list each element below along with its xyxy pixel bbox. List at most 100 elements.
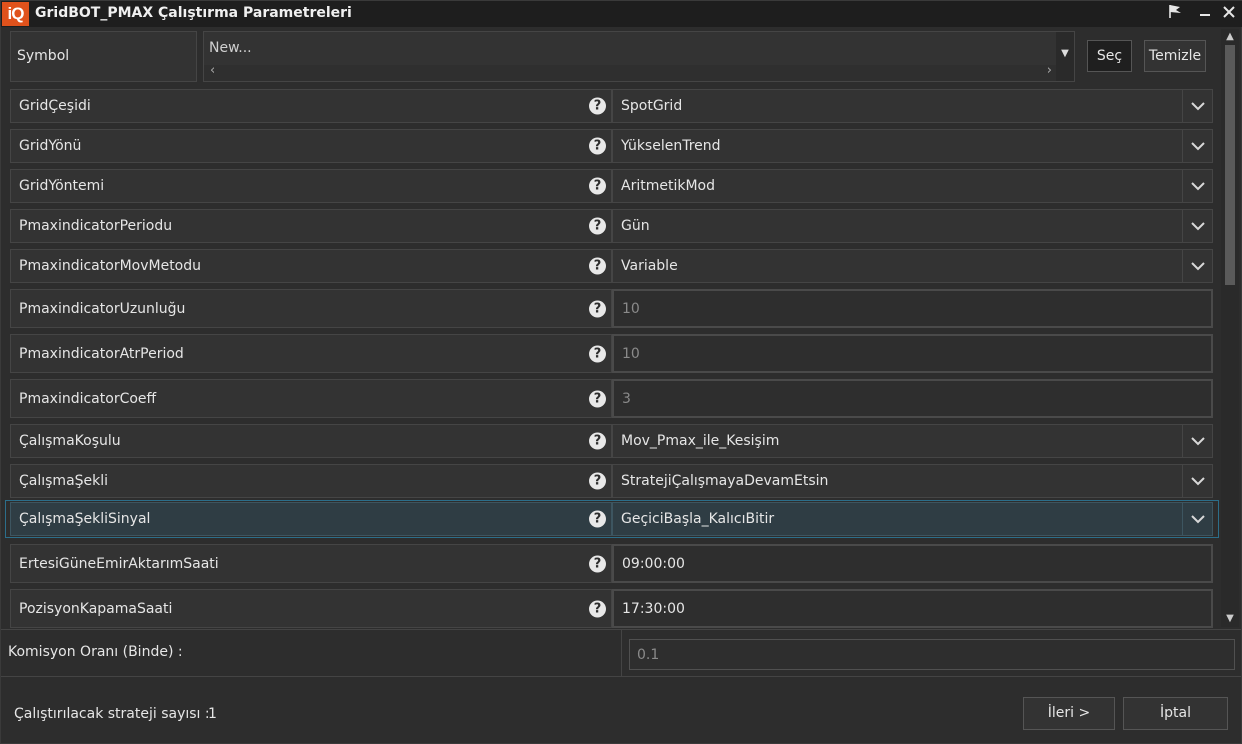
parameter-label: ÇalışmaKoşulu (19, 433, 121, 449)
chevron-down-icon[interactable] (1182, 425, 1212, 457)
parameter-label: GridÇeşidi (19, 98, 91, 114)
parameter-label: PmaxindicatorAtrPeriod (19, 345, 184, 362)
strategy-parameters-window: iQ GridBOT_PMAX Çalıştırma Parametreleri… (0, 0, 1242, 744)
symbol-horizontal-scrollbar[interactable]: ‹ › (204, 63, 1056, 81)
parameter-value: 09:00:00 (622, 555, 685, 572)
help-icon[interactable]: ? (589, 472, 606, 490)
help-icon[interactable]: ? (589, 510, 606, 528)
select-symbol-button[interactable]: Seç (1087, 40, 1132, 72)
parameter-label-cell: PmaxindicatorMovMetodu? (10, 249, 612, 283)
symbol-input[interactable]: New... (209, 40, 252, 56)
next-button[interactable]: İleri > (1023, 697, 1115, 730)
parameter-label-cell: PozisyonKapamaSaati? (10, 589, 612, 628)
parameter-dropdown[interactable]: AritmetikMod (612, 169, 1213, 203)
chevron-down-icon[interactable] (1182, 90, 1212, 122)
symbol-row: Symbol New... ‹ › ▼ Seç Temizle (5, 29, 1219, 85)
help-icon[interactable]: ? (589, 600, 606, 617)
parameter-label-cell: GridÇeşidi? (10, 89, 612, 123)
parameter-label-cell: PmaxindicatorAtrPeriod? (10, 334, 612, 373)
parameter-input[interactable]: 10 (612, 289, 1213, 328)
help-icon[interactable]: ? (589, 432, 606, 450)
parameter-row: ÇalışmaKoşulu? Mov_Pmax_ile_Kesişim (5, 422, 1219, 460)
parameter-dropdown[interactable]: YükselenTrend (612, 129, 1213, 163)
strategy-count-value: 1 (208, 706, 217, 722)
parameter-input[interactable]: 17:30:00 (612, 589, 1213, 628)
parameter-label: PmaxindicatorMovMetodu (19, 258, 202, 274)
parameter-input[interactable]: 10 (612, 334, 1213, 373)
cancel-button[interactable]: İptal (1123, 697, 1228, 730)
parameter-label-cell: ÇalışmaŞekliSinyal? (10, 502, 612, 536)
symbol-field[interactable]: New... ‹ › ▼ (203, 31, 1075, 82)
help-icon[interactable]: ? (589, 300, 606, 317)
title-bar: iQ GridBOT_PMAX Çalıştırma Parametreleri (1, 1, 1242, 27)
divider (621, 630, 622, 676)
help-icon[interactable]: ? (589, 217, 606, 235)
parameter-row: ErtesiGüneEmirAktarımSaati? 09:00:00 (5, 542, 1219, 585)
parameter-row: PmaxindicatorAtrPeriod? 10 (5, 332, 1219, 375)
chevron-down-icon[interactable] (1182, 130, 1212, 162)
help-icon[interactable]: ? (589, 97, 606, 115)
help-icon[interactable]: ? (589, 257, 606, 275)
chevron-down-icon[interactable] (1182, 170, 1212, 202)
parameter-dropdown[interactable]: Variable (612, 249, 1213, 283)
parameter-input[interactable]: 3 (612, 379, 1213, 418)
parameter-label-cell: PmaxindicatorPeriodu? (10, 209, 612, 243)
parameter-row: GridÇeşidi? SpotGrid (5, 87, 1219, 125)
help-icon[interactable]: ? (589, 555, 606, 572)
help-icon[interactable]: ? (589, 390, 606, 407)
parameter-input[interactable]: 09:00:00 (612, 544, 1213, 583)
symbol-dropdown-arrow-icon[interactable]: ▼ (1056, 32, 1074, 81)
minimize-icon[interactable] (1193, 3, 1217, 25)
parameter-label: ÇalışmaŞekliSinyal (19, 511, 151, 527)
parameter-row: PozisyonKapamaSaati? 17:30:00 (5, 587, 1219, 630)
pin-flag-icon[interactable] (1163, 3, 1187, 25)
chevron-down-icon[interactable] (1182, 465, 1212, 497)
parameter-row: PmaxindicatorPeriodu? Gün (5, 207, 1219, 245)
chevron-down-icon[interactable] (1182, 250, 1212, 282)
parameter-label: PmaxindicatorPeriodu (19, 218, 173, 234)
parameter-value: 3 (622, 390, 631, 407)
parameter-value: Variable (621, 258, 678, 274)
parameter-label: ErtesiGüneEmirAktarımSaati (19, 555, 219, 572)
parameter-label-cell: ÇalışmaŞekli? (10, 464, 612, 498)
parameter-value: StratejiÇalışmayaDevamEtsin (621, 473, 829, 489)
parameter-row: PmaxindicatorCoeff? 3 (5, 377, 1219, 420)
scroll-right-icon[interactable]: › (1047, 63, 1052, 78)
help-icon[interactable]: ? (589, 177, 606, 195)
commission-value: 0.1 (637, 647, 660, 663)
parameter-value: 10 (622, 300, 640, 317)
parameter-label-cell: PmaxindicatorCoeff? (10, 379, 612, 418)
parameter-label-cell: GridYönü? (10, 129, 612, 163)
parameter-label: PozisyonKapamaSaati (19, 600, 173, 617)
clear-symbol-button[interactable]: Temizle (1144, 40, 1206, 72)
parameter-dropdown[interactable]: GeçiciBaşla_KalıcıBitir (612, 502, 1213, 536)
parameter-dropdown[interactable]: StratejiÇalışmayaDevamEtsin (612, 464, 1213, 498)
parameter-label: PmaxindicatorCoeff (19, 390, 157, 407)
vertical-scrollbar[interactable]: ▲ ▼ (1221, 29, 1239, 627)
parameter-value: 17:30:00 (622, 600, 685, 617)
commission-row: Komisyon Oranı (Binde) : 0.1 (1, 629, 1241, 677)
scroll-left-icon[interactable]: ‹ (210, 63, 215, 78)
symbol-label: Symbol (10, 31, 197, 82)
close-icon[interactable] (1217, 3, 1241, 25)
commission-input[interactable]: 0.1 (629, 639, 1235, 670)
parameter-dropdown[interactable]: Mov_Pmax_ile_Kesişim (612, 424, 1213, 458)
parameter-dropdown[interactable]: SpotGrid (612, 89, 1213, 123)
commission-label: Komisyon Oranı (Binde) : (8, 644, 183, 660)
chevron-down-icon[interactable] (1182, 503, 1212, 535)
parameter-value: 10 (622, 345, 640, 362)
parameter-value: GeçiciBaşla_KalıcıBitir (621, 511, 775, 527)
parameter-row: GridYöntemi? AritmetikMod (5, 167, 1219, 205)
parameter-dropdown[interactable]: Gün (612, 209, 1213, 243)
help-icon[interactable]: ? (589, 137, 606, 155)
scrollbar-thumb[interactable] (1225, 45, 1235, 285)
parameter-label: ÇalışmaŞekli (19, 473, 109, 489)
scroll-down-icon[interactable]: ▼ (1221, 611, 1239, 627)
parameter-value: AritmetikMod (621, 178, 715, 194)
scroll-up-icon[interactable]: ▲ (1221, 29, 1239, 45)
chevron-down-icon[interactable] (1182, 210, 1212, 242)
parameter-value: YükselenTrend (621, 138, 721, 154)
parameter-label: PmaxindicatorUzunluğu (19, 300, 186, 317)
help-icon[interactable]: ? (589, 345, 606, 362)
parameter-label: GridYöntemi (19, 178, 105, 194)
